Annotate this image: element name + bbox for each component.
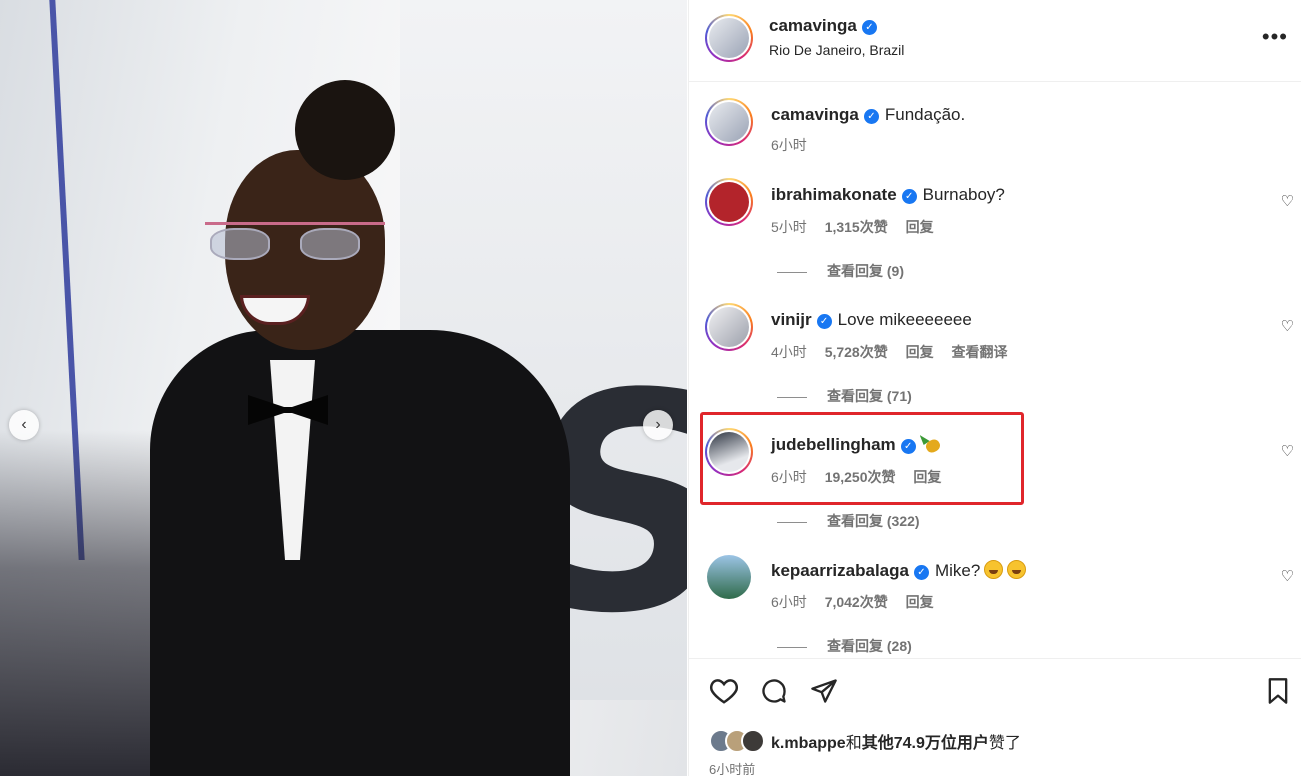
post-header: camavinga ✓ Rio De Janeiro, Brazil ••• [689,0,1301,82]
view-replies-label: 查看回复 (9) [827,263,904,279]
author-username[interactable]: camavinga [769,16,857,35]
likes-summary[interactable]: k.mbappe和其他74.9万位用户赞了 [709,729,1021,757]
comment-meta: 5小时 1,315次赞 回复 [771,217,948,237]
view-replies-button[interactable]: 查看回复 (322) [777,511,920,531]
post-location[interactable]: Rio De Janeiro, Brazil [769,42,904,58]
liker-avatar [741,729,765,753]
bookmark-icon [1268,678,1288,704]
comment-time: 6小时 [771,594,807,610]
verified-icon: ✓ [901,189,917,204]
comment-username[interactable]: ibrahimakonate [771,185,897,204]
comment-likes-count[interactable]: 7,042次赞 [825,594,888,610]
verified-icon: ✓ [861,20,877,35]
comment-button[interactable] [759,677,789,709]
caption-line: camavinga ✓ Fundação. [771,105,965,125]
post-sidebar: camavinga ✓ Rio De Janeiro, Brazil ••• ca… [688,0,1301,776]
likes-others[interactable]: 其他74.9万位用户 [862,735,989,752]
reply-button[interactable]: 回复 [906,219,934,235]
view-replies-label: 查看回复 (28) [827,638,912,654]
comment-avatar[interactable] [707,555,751,599]
comment-like-button[interactable]: ♡ [1281,317,1294,335]
comment-meta: 4小时 5,728次赞 回复 查看翻译 [771,342,1022,362]
post-photo: S ‹ › [0,0,687,776]
view-replies-button[interactable]: 查看回复 (9) [777,261,904,281]
photo-suit [150,330,570,776]
comment-like-button[interactable]: ♡ [1281,192,1294,210]
comment-like-button[interactable]: ♡ [1281,567,1294,585]
liker-username[interactable]: k.mbappe [771,735,846,752]
likes-connector: 和 [845,735,862,752]
view-replies-label: 查看回复 (322) [827,513,920,529]
liker-avatars [709,729,769,753]
heart-icon: ♡ [1280,568,1294,585]
verified-icon: ✓ [816,314,832,329]
share-button[interactable] [809,677,839,709]
reply-button[interactable]: 回复 [906,594,934,610]
post-timestamp: 6小时前 [709,762,756,776]
chevron-left-icon: ‹ [21,416,27,433]
verified-icon: ✓ [913,565,929,580]
replies-divider [777,271,807,273]
likes-text: k.mbappe和其他74.9万位用户赞了 [771,735,1021,752]
comment-text: Love mikeeeeeee [837,310,972,329]
heart-icon: ♡ [1280,318,1294,335]
comment-avatar[interactable] [705,303,753,351]
post-actions: k.mbappe和其他74.9万位用户赞了 6小时前 [689,658,1301,776]
heart-icon: ♡ [1280,193,1294,210]
more-icon: ••• [1261,24,1288,49]
previous-photo-button[interactable]: ‹ [9,410,39,440]
caption-username[interactable]: camavinga [771,105,859,124]
heart-icon [709,679,739,704]
comment-line: ibrahimakonate ✓ Burnaboy? [771,185,1005,205]
replies-divider [777,646,807,648]
verified-icon: ✓ [863,109,879,124]
heart-icon: ♡ [1280,443,1294,460]
comment-text: Mike? [934,561,981,580]
view-replies-button[interactable]: 查看回复 (71) [777,386,912,406]
share-icon [811,679,837,703]
comment-meta: 6小时 7,042次赞 回复 [771,592,948,612]
comment-text: Burnaboy? [922,185,1005,204]
comment-line: kepaarrizabalaga ✓ Mike? [771,560,1027,581]
photo-glasses [205,222,385,256]
caption-time: 6小时 [771,137,807,153]
comment-line: vinijr ✓ Love mikeeeeeee [771,310,972,330]
view-replies-label: 查看回复 (71) [827,388,912,404]
see-translation-button[interactable]: 查看翻译 [952,344,1008,360]
chevron-right-icon: › [655,416,661,433]
comment-likes-count[interactable]: 1,315次赞 [825,219,888,235]
caption-text: Fundação. [884,105,966,124]
likes-suffix: 赞了 [988,735,1021,752]
laughing-emoji [1007,560,1027,579]
author-avatar[interactable] [705,14,753,62]
comment-username[interactable]: kepaarrizabalaga [771,561,909,580]
replies-divider [777,396,807,398]
next-photo-button[interactable]: › [643,410,673,440]
photo-hair-bun [295,80,395,180]
comment-time: 5小时 [771,219,807,235]
comment-username[interactable]: vinijr [771,310,812,329]
comment-like-button[interactable]: ♡ [1281,442,1294,460]
comment-avatar[interactable] [705,178,753,226]
view-replies-button[interactable]: 查看回复 (28) [777,636,912,656]
laughing-emoji [984,560,1004,579]
comment-icon [762,679,786,703]
like-button[interactable] [709,677,739,709]
comment-time: 4小时 [771,344,807,360]
caption-meta: 6小时 [771,135,821,155]
highlight-box [700,412,1024,505]
replies-divider [777,521,807,523]
reply-button[interactable]: 回复 [906,344,934,360]
author-name-row: camavinga ✓ [769,16,877,36]
more-options-button[interactable]: ••• [1262,24,1288,50]
caption-avatar[interactable] [705,98,753,146]
comment-likes-count[interactable]: 5,728次赞 [825,344,888,360]
save-button[interactable] [1265,677,1291,709]
